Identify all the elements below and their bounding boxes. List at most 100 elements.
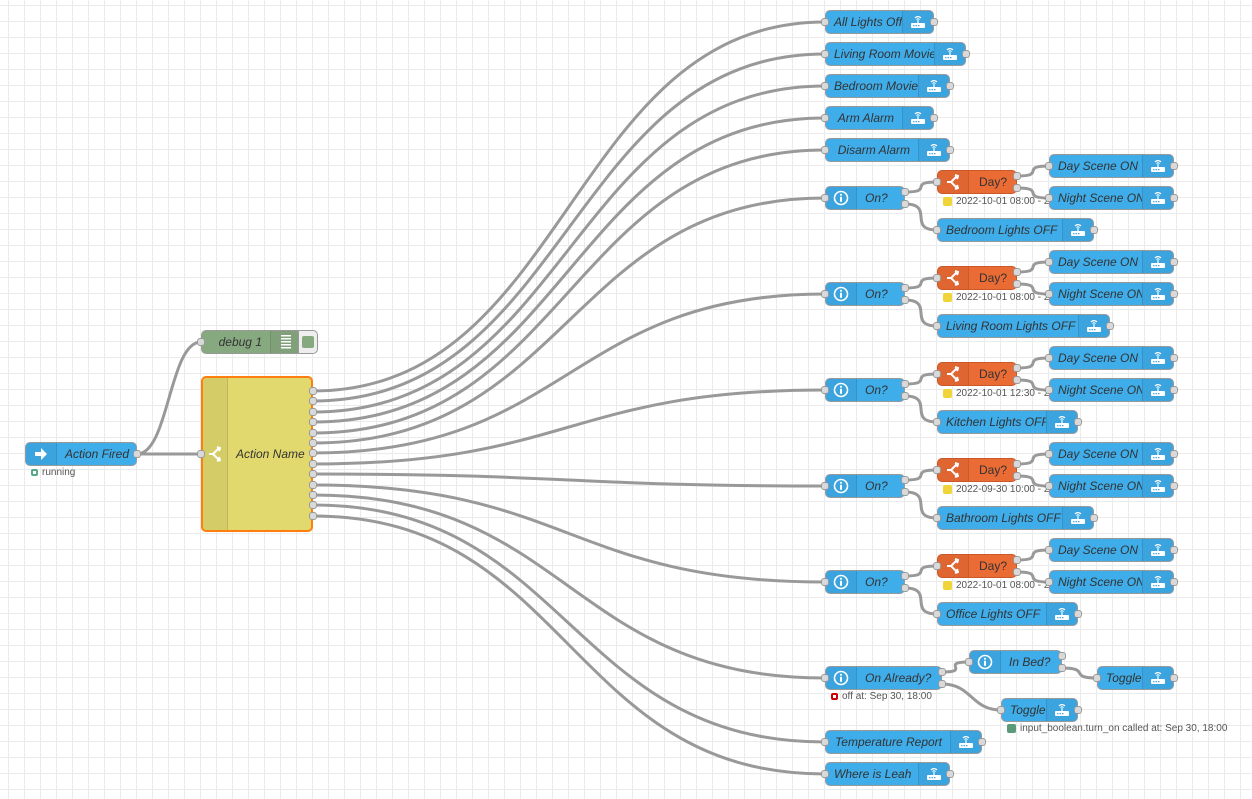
input-port[interactable] — [1045, 482, 1053, 490]
output-port[interactable] — [1058, 652, 1066, 660]
input-port[interactable] — [821, 578, 829, 586]
wire[interactable] — [312, 483, 826, 584]
input-port[interactable] — [933, 226, 941, 234]
in-bed-node[interactable]: In Bed? — [969, 650, 1062, 674]
wire[interactable] — [312, 503, 826, 744]
output-port[interactable] — [1170, 354, 1178, 362]
input-port[interactable] — [821, 114, 829, 122]
output-port[interactable] — [1013, 460, 1021, 468]
output-port[interactable] — [946, 146, 954, 154]
output-port[interactable] — [1170, 674, 1178, 682]
input-port[interactable] — [1045, 258, 1053, 266]
output-port[interactable] — [309, 460, 317, 468]
input-port[interactable] — [933, 514, 941, 522]
all-lights-off-node[interactable]: All Lights Off — [825, 10, 934, 34]
input-port[interactable] — [821, 50, 829, 58]
output-port[interactable] — [309, 481, 317, 489]
wire[interactable] — [312, 196, 826, 445]
action-name-switch-node[interactable]: Action Name — [201, 376, 313, 532]
day-scene-on-node[interactable]: Day Scene ON — [1049, 154, 1174, 178]
output-port[interactable] — [1170, 386, 1178, 394]
wire[interactable] — [136, 340, 202, 456]
output-port[interactable] — [133, 450, 141, 458]
wire[interactable] — [904, 394, 938, 424]
day-switch-node[interactable]: Day? — [937, 266, 1017, 290]
output-port[interactable] — [1170, 482, 1178, 490]
on-check-node[interactable]: On? — [825, 570, 905, 594]
input-port[interactable] — [965, 658, 973, 666]
toggle-bottom-node[interactable]: Toggle — [1001, 698, 1078, 722]
output-port[interactable] — [962, 50, 970, 58]
output-port[interactable] — [309, 408, 317, 416]
day-switch-node[interactable]: Day? — [937, 362, 1017, 386]
input-port[interactable] — [933, 562, 941, 570]
output-port[interactable] — [901, 296, 909, 304]
output-port[interactable] — [901, 188, 909, 196]
output-port[interactable] — [901, 200, 909, 208]
day-scene-on-node[interactable]: Day Scene ON — [1049, 442, 1174, 466]
input-port[interactable] — [821, 674, 829, 682]
input-port[interactable] — [821, 194, 829, 202]
arm-alarm-node[interactable]: Arm Alarm — [825, 106, 934, 130]
lights-off-node[interactable]: Kitchen Lights OFF — [937, 410, 1078, 434]
input-port[interactable] — [821, 482, 829, 490]
output-port[interactable] — [309, 491, 317, 499]
output-port[interactable] — [1013, 556, 1021, 564]
input-port[interactable] — [933, 322, 941, 330]
input-port[interactable] — [821, 290, 829, 298]
output-port[interactable] — [1170, 290, 1178, 298]
wire[interactable] — [904, 586, 938, 616]
input-port[interactable] — [821, 18, 829, 26]
living-room-movie-node[interactable]: Living Room Movie — [825, 42, 966, 66]
output-port[interactable] — [1013, 364, 1021, 372]
input-port[interactable] — [933, 274, 941, 282]
wire[interactable] — [904, 202, 938, 232]
wire[interactable] — [312, 116, 826, 424]
input-port[interactable] — [197, 450, 205, 458]
lights-off-node[interactable]: Office Lights OFF — [937, 602, 1078, 626]
output-port[interactable] — [901, 572, 909, 580]
input-port[interactable] — [933, 178, 941, 186]
output-port[interactable] — [1013, 172, 1021, 180]
output-port[interactable] — [901, 584, 909, 592]
output-port[interactable] — [309, 397, 317, 405]
disarm-alarm-node[interactable]: Disarm Alarm — [825, 138, 950, 162]
output-port[interactable] — [309, 501, 317, 509]
output-port[interactable] — [309, 418, 317, 426]
input-port[interactable] — [1045, 354, 1053, 362]
debug-node[interactable]: debug 1 — [201, 330, 302, 354]
output-port[interactable] — [946, 770, 954, 778]
output-port[interactable] — [1013, 184, 1021, 192]
night-scene-on-node[interactable]: Night Scene ON — [1049, 570, 1174, 594]
output-port[interactable] — [1170, 194, 1178, 202]
wire[interactable] — [312, 20, 826, 393]
output-port[interactable] — [978, 738, 986, 746]
on-check-node[interactable]: On? — [825, 474, 905, 498]
lights-off-node[interactable]: Living Room Lights OFF — [937, 314, 1110, 338]
wire[interactable] — [312, 52, 826, 403]
output-port[interactable] — [930, 18, 938, 26]
wire[interactable] — [904, 298, 938, 328]
input-port[interactable] — [933, 610, 941, 618]
wire[interactable] — [312, 148, 826, 435]
night-scene-on-node[interactable]: Night Scene ON — [1049, 378, 1174, 402]
input-port[interactable] — [997, 706, 1005, 714]
debug-toggle-button[interactable] — [298, 330, 318, 354]
output-port[interactable] — [1170, 258, 1178, 266]
output-port[interactable] — [1074, 610, 1082, 618]
lights-off-node[interactable]: Bedroom Lights OFF — [937, 218, 1094, 242]
input-port[interactable] — [821, 386, 829, 394]
input-port[interactable] — [933, 466, 941, 474]
wire[interactable] — [312, 493, 826, 680]
output-port[interactable] — [946, 82, 954, 90]
input-port[interactable] — [1045, 546, 1053, 554]
wire[interactable] — [1061, 666, 1098, 680]
wire[interactable] — [312, 472, 826, 488]
input-port[interactable] — [821, 146, 829, 154]
bedroom-movie-node[interactable]: Bedroom Movie — [825, 74, 950, 98]
output-port[interactable] — [1013, 280, 1021, 288]
output-port[interactable] — [309, 387, 317, 395]
input-port[interactable] — [821, 738, 829, 746]
output-port[interactable] — [309, 439, 317, 447]
output-port[interactable] — [901, 476, 909, 484]
